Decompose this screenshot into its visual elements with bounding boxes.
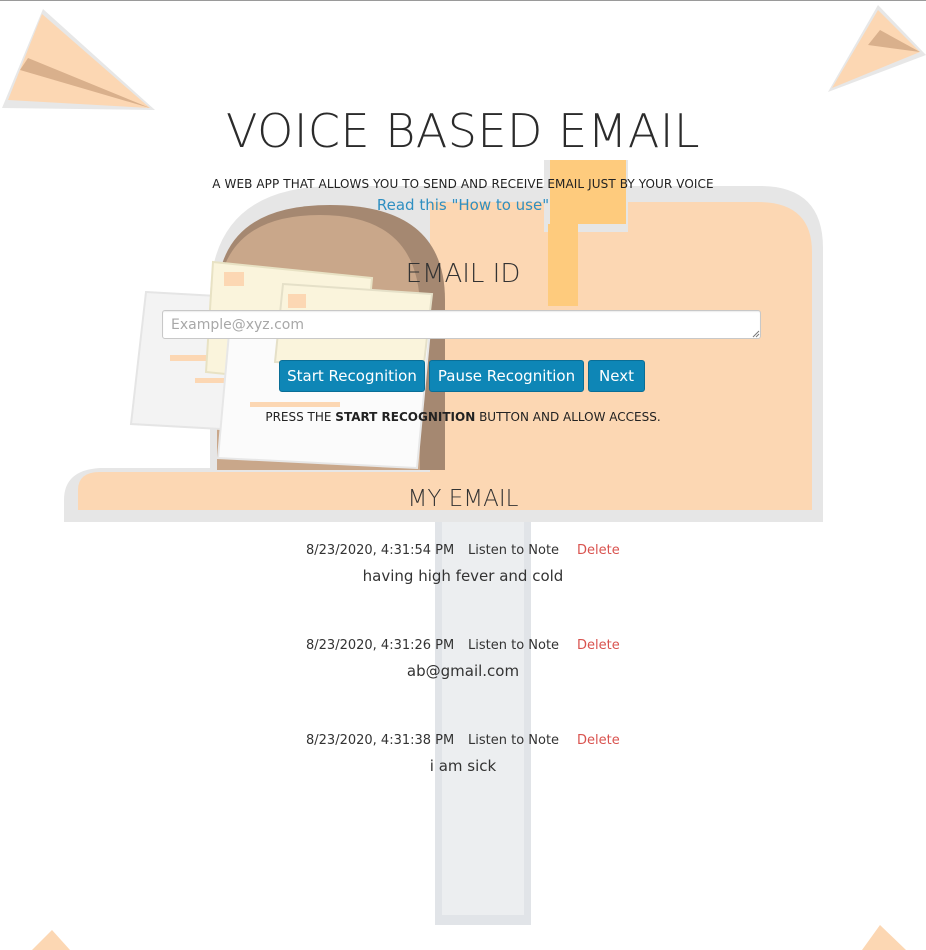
delete-note-link[interactable]: Delete (577, 543, 620, 561)
note-text: ab@gmail.com (406, 662, 520, 680)
page-title: VOICE BASED EMAIL (225, 104, 701, 158)
page-content: VOICE BASED EMAIL A WEB APP THAT ALLOWS … (0, 0, 926, 950)
how-to-use-link[interactable]: Read this "How to use" (0, 196, 926, 214)
page-subtitle: A WEB APP THAT ALLOWS YOU TO SEND AND RE… (212, 177, 714, 191)
listen-to-note-link[interactable]: Listen to Note (468, 733, 559, 751)
start-recognition-button[interactable]: Start Recognition (279, 360, 425, 392)
pause-recognition-button[interactable]: Pause Recognition (429, 360, 584, 392)
email-input[interactable] (162, 310, 761, 339)
listen-to-note-link[interactable]: Listen to Note (468, 638, 559, 656)
note-text: having high fever and cold (362, 567, 564, 585)
instruction-text: PRESS THE START RECOGNITION BUTTON AND A… (0, 410, 926, 424)
note-text: i am sick (429, 757, 497, 775)
email-id-heading: EMAIL ID (405, 259, 521, 289)
note-date: 8/23/2020, 4:31:26 PM (306, 638, 455, 653)
delete-note-link[interactable]: Delete (577, 638, 620, 656)
my-email-heading: MY EMAIL (407, 486, 519, 512)
note-date: 8/23/2020, 4:31:54 PM (306, 543, 455, 558)
listen-to-note-link[interactable]: Listen to Note (468, 543, 559, 561)
instruction-bold: START RECOGNITION (335, 410, 476, 424)
instruction-suffix: BUTTON AND ALLOW ACCESS. (475, 410, 661, 424)
instruction-prefix: PRESS THE (265, 410, 336, 424)
resize-grip-icon[interactable] (752, 330, 760, 338)
next-button[interactable]: Next (588, 360, 645, 392)
delete-note-link[interactable]: Delete (577, 733, 620, 751)
note-date: 8/23/2020, 4:31:38 PM (306, 733, 455, 748)
